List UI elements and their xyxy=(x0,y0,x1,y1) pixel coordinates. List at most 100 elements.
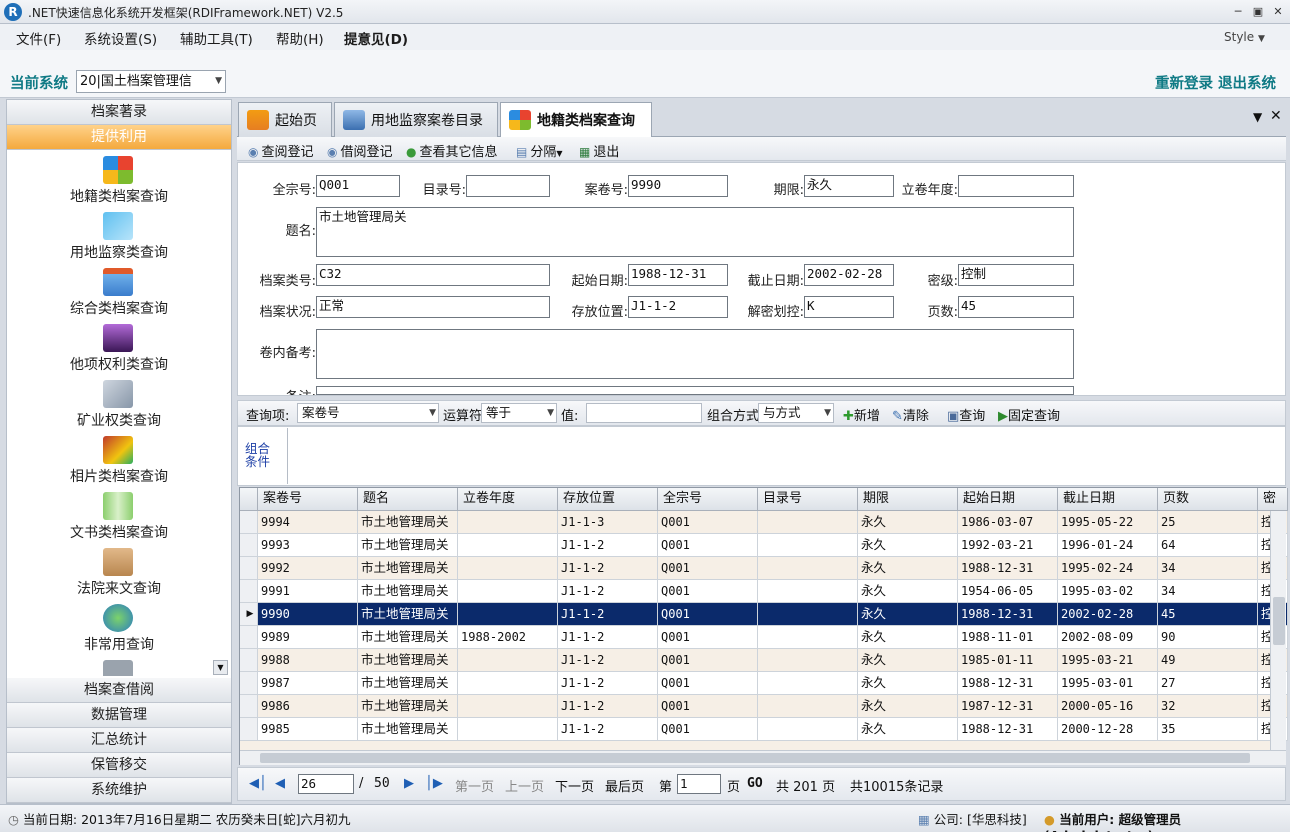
nav-header-statistics[interactable]: 汇总统计 xyxy=(7,728,231,753)
field-notes[interactable] xyxy=(316,329,1074,379)
close-icon[interactable]: ✕ xyxy=(1268,3,1288,20)
nav-item-photo-query[interactable]: 相片类档案查询 xyxy=(7,432,231,488)
column-header[interactable]: 目录号 xyxy=(758,488,858,511)
fixed-query-button[interactable]: ▶固定查询 xyxy=(998,405,1060,424)
nav-item-court-query[interactable]: 法院来文查询 xyxy=(7,544,231,600)
field-catalog-no[interactable] xyxy=(466,175,550,197)
value-input[interactable] xyxy=(586,403,702,423)
tab-list-icon[interactable]: ▼ xyxy=(1253,110,1262,124)
field-title[interactable]: 市土地管理局关 xyxy=(316,207,1074,257)
view-other-info-button[interactable]: ● 查看其它信息 xyxy=(406,141,498,160)
field-fonds-no[interactable]: Q001 xyxy=(316,175,400,197)
nav-header-system-maintenance[interactable]: 系统维护 xyxy=(7,778,231,803)
exit-button[interactable]: ▦ 退出 xyxy=(579,141,619,160)
goto-page-input[interactable]: 1 xyxy=(677,774,721,794)
field-secret-level[interactable]: 控制 xyxy=(958,264,1074,286)
field-page-count[interactable]: 45 xyxy=(958,296,1074,318)
column-header[interactable]: 截止日期 xyxy=(1058,488,1158,511)
table-row[interactable]: 9985 市土地管理局关 J1-1-2 Q001 永久 1988-12-31 2000-12… xyxy=(240,718,1288,741)
go-button[interactable]: GO xyxy=(747,776,763,791)
table-row[interactable]: ▶ 9990 市土地管理局关 J1-1-2 Q001 永久 1988-12-31 2002-0… xyxy=(240,603,1288,626)
table-row[interactable]: 9992 市土地管理局关 J1-1-2 Q001 永久 1988-12-31 1995-02… xyxy=(240,557,1288,580)
scroll-down-icon[interactable]: ▼ xyxy=(213,660,228,675)
column-header[interactable]: 案卷号 xyxy=(258,488,358,511)
nav-item-other-rights-query[interactable]: 他项权利类查询 xyxy=(7,320,231,376)
menu-help[interactable]: 帮助(H) xyxy=(276,28,324,48)
exit-system-link[interactable]: 退出系统 xyxy=(1218,72,1276,93)
add-condition-button[interactable]: ✚新增 xyxy=(843,405,880,424)
row-header[interactable] xyxy=(240,672,258,695)
nav-header-archive-entry[interactable]: 档案著录 xyxy=(7,100,231,125)
field-archive-status[interactable]: 正常 xyxy=(316,296,550,318)
row-header[interactable] xyxy=(240,580,258,603)
combine-condition-input[interactable] xyxy=(287,428,1284,484)
nav-header-data-management[interactable]: 数据管理 xyxy=(7,703,231,728)
prev-page-icon[interactable]: ◀ xyxy=(275,776,285,791)
table-row[interactable]: 9986 市土地管理局关 J1-1-2 Q001 永久 1987-12-31 2000-05… xyxy=(240,695,1288,718)
maximize-icon[interactable]: ▣ xyxy=(1248,3,1268,20)
page-input[interactable]: 26 xyxy=(298,774,354,794)
field-end-date[interactable]: 2002-02-28 xyxy=(804,264,894,286)
column-header[interactable]: 页数 xyxy=(1158,488,1258,511)
tab-landuse-catalog[interactable]: 用地监察案卷目录 xyxy=(334,102,498,137)
column-header[interactable]: 存放位置 xyxy=(558,488,658,511)
view-register-button[interactable]: ◉ 查阅登记 xyxy=(248,141,314,160)
field-storage-location[interactable]: J1-1-2 xyxy=(628,296,728,318)
operator-select[interactable]: 等于 ▼ xyxy=(481,403,557,423)
nav-item-document-query[interactable]: 文书类档案查询 xyxy=(7,488,231,544)
scroll-thumb[interactable] xyxy=(1273,597,1285,645)
close-tab-icon[interactable]: ✕ xyxy=(1270,108,1282,124)
column-header[interactable]: 起始日期 xyxy=(958,488,1058,511)
next-page-link[interactable]: 下一页 xyxy=(555,776,594,795)
field-term[interactable]: 永久 xyxy=(804,175,894,197)
nav-header-custody-transfer[interactable]: 保管移交 xyxy=(7,753,231,778)
table-row[interactable]: 9993 市土地管理局关 J1-1-2 Q001 永久 1992-03-21 1996-01… xyxy=(240,534,1288,557)
clear-condition-button[interactable]: ✎清除 xyxy=(892,405,929,424)
table-row[interactable]: 9991 市土地管理局关 J1-1-2 Q001 永久 1954-06-05 1995-03… xyxy=(240,580,1288,603)
field-archive-class[interactable]: C32 xyxy=(316,264,550,286)
nav-item-landuse-query[interactable]: 用地监察类查询 xyxy=(7,208,231,264)
split-button[interactable]: ▤ 分隔▼ xyxy=(516,141,563,160)
row-header[interactable] xyxy=(240,649,258,672)
horizontal-scrollbar[interactable] xyxy=(240,750,1286,765)
table-row[interactable]: 9994 市土地管理局关 J1-1-3 Q001 永久 1986-03-07 1995-05… xyxy=(240,511,1288,534)
prev-page-link[interactable]: 上一页 xyxy=(505,776,544,795)
column-header[interactable]: 立卷年度 xyxy=(458,488,558,511)
first-page-link[interactable]: 第一页 xyxy=(455,776,494,795)
scroll-thumb[interactable] xyxy=(260,753,1250,763)
last-page-icon[interactable]: │▶ xyxy=(425,776,443,791)
row-header[interactable] xyxy=(240,695,258,718)
next-page-icon[interactable]: ▶ xyxy=(404,776,414,791)
nav-item-cadastral-query[interactable]: 地籍类档案查询 xyxy=(7,152,231,208)
tab-start-page[interactable]: 起始页 xyxy=(238,102,332,137)
menu-tools[interactable]: 辅助工具(T) xyxy=(180,28,253,48)
vertical-scrollbar[interactable] xyxy=(1270,511,1286,751)
nav-header-borrowing[interactable]: 档案查借阅 xyxy=(7,678,231,703)
column-header[interactable]: 期限 xyxy=(858,488,958,511)
row-header[interactable] xyxy=(240,511,258,534)
relogin-link[interactable]: 重新登录 xyxy=(1155,72,1213,93)
first-page-icon[interactable]: ◀│ xyxy=(249,776,267,791)
field-remarks[interactable] xyxy=(316,386,1074,395)
menu-system-settings[interactable]: 系统设置(S) xyxy=(84,28,157,48)
table-row[interactable]: 9989 市土地管理局关 1988-2002 J1-1-2 Q001 永久 1988-11-… xyxy=(240,626,1288,649)
column-header[interactable]: 全宗号 xyxy=(658,488,758,511)
menu-feedback[interactable]: 提意见(D) xyxy=(344,28,408,48)
row-header[interactable] xyxy=(240,718,258,741)
minimize-icon[interactable]: ─ xyxy=(1228,3,1248,20)
combine-select[interactable]: 与方式 ▼ xyxy=(758,403,834,423)
nav-header-provide-use[interactable]: 提供利用 xyxy=(7,125,231,150)
field-filing-year[interactable] xyxy=(958,175,1074,197)
row-header[interactable] xyxy=(240,557,258,580)
row-header[interactable] xyxy=(240,626,258,649)
style-menu[interactable]: Style ▼ xyxy=(1224,30,1265,44)
nav-item-general-query[interactable]: 综合类档案查询 xyxy=(7,264,231,320)
row-header[interactable]: ▶ xyxy=(240,603,258,626)
search-button[interactable]: ▣查询 xyxy=(947,405,985,424)
field-declassify[interactable]: K xyxy=(804,296,894,318)
system-select[interactable]: 20|国土档案管理信 ▼ xyxy=(76,70,226,93)
tab-cadastral-query[interactable]: 地籍类档案查询 xyxy=(500,102,652,138)
row-header[interactable] xyxy=(240,534,258,557)
nav-item-mining-query[interactable]: 矿业权类查询 xyxy=(7,376,231,432)
table-row[interactable]: 9988 市土地管理局关 J1-1-2 Q001 永久 1985-01-11 1995-03… xyxy=(240,649,1288,672)
